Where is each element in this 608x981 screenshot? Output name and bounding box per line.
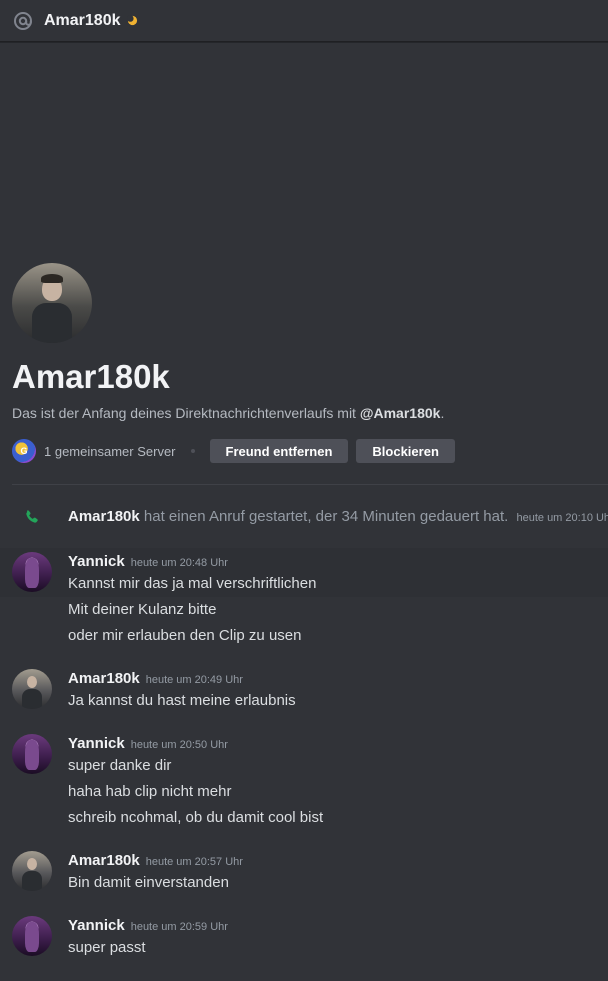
avatar[interactable] (12, 734, 52, 774)
channel-header: Amar180k (0, 0, 608, 42)
message-text: Ja kannst du hast meine erlaubnis (68, 692, 296, 709)
message-author[interactable]: Yannick heute um 20:59 Uhr (68, 917, 228, 934)
message-author[interactable]: Amar180k heute um 20:57 Uhr (68, 852, 243, 869)
message-timestamp: heute um 20:49 Uhr (145, 674, 243, 686)
divider (12, 484, 608, 485)
message-group: Amar180k heute um 20:57 Uhr Bin damit ein… (0, 848, 608, 896)
message-timestamp: heute um 20:57 Uhr (145, 856, 243, 868)
profile-avatar[interactable] (12, 263, 92, 343)
message-timestamp: heute um 20:48 Uhr (130, 557, 228, 569)
block-button[interactable]: Blockieren (356, 439, 455, 463)
message-text: haha hab clip nicht mehr (68, 783, 232, 800)
message-author[interactable]: Amar180k heute um 20:49 Uhr (68, 670, 243, 687)
avatar[interactable] (12, 552, 52, 592)
message-author[interactable]: Yannick heute um 20:48 Uhr (68, 553, 228, 570)
welcome-name: Amar180k (12, 358, 170, 395)
message-text: schreib ncohmal, ob du damit cool bist (68, 809, 324, 826)
message-group: Amar180k heute um 20:49 Uhr Ja kannst du … (0, 666, 608, 714)
message-timestamp: heute um 20:50 Uhr (130, 739, 228, 751)
welcome-desc-text: Das ist der Anfang deines Direktnachrich… (12, 405, 360, 421)
call-description: hat einen Anruf gestartet, der 34 Minute… (139, 508, 509, 525)
message-text: super passt (68, 939, 146, 956)
avatar[interactable] (12, 916, 52, 956)
message-text: oder mir erlauben den Clip zu usen (68, 627, 302, 644)
call-system-message: Amar180k hat einen Anruf gestartet, der … (0, 504, 608, 530)
remove-friend-button[interactable]: Freund entfernen (209, 439, 349, 463)
welcome-description: Das ist der Anfang deines Direktnachrich… (12, 405, 602, 421)
message-text: Bin damit einverstanden (68, 874, 229, 891)
server-icon[interactable]: G (12, 439, 36, 463)
at-sign-icon (12, 10, 34, 32)
separator-dot (190, 449, 195, 453)
message-text: Mit deiner Kulanz bitte (68, 601, 217, 618)
page-title: Amar180k (44, 11, 121, 29)
avatar[interactable] (12, 669, 52, 709)
dm-welcome: Amar180k Das ist der Anfang deines Direk… (12, 263, 602, 463)
message-group: Yannick heute um 20:48 Uhr Kannst mir das… (0, 548, 608, 597)
call-timestamp: heute um 20:10 Uhr (516, 512, 608, 524)
phone-icon (24, 509, 40, 525)
welcome-actions: G 1 gemeinsamer Server Freund entfernen … (12, 439, 602, 463)
welcome-handle: @Amar180k (359, 405, 441, 421)
message-group: Yannick heute um 20:50 Uhr super danke di… (0, 731, 608, 779)
message-text: super danke dir (68, 757, 172, 774)
message-text: Kannst mir das ja mal verschriftlichen (68, 575, 317, 592)
call-author[interactable]: Amar180k (68, 508, 140, 525)
mutual-servers[interactable]: 1 gemeinsamer Server (44, 444, 176, 459)
welcome-desc-end: . (440, 405, 445, 421)
avatar[interactable] (12, 851, 52, 891)
idle-moon-icon (126, 15, 139, 27)
message-author[interactable]: Yannick heute um 20:50 Uhr (68, 735, 228, 752)
call-text: Amar180k hat einen Anruf gestartet, der … (68, 508, 608, 525)
message-group: Yannick heute um 20:59 Uhr super passt (0, 913, 608, 961)
message-timestamp: heute um 20:59 Uhr (130, 921, 228, 933)
